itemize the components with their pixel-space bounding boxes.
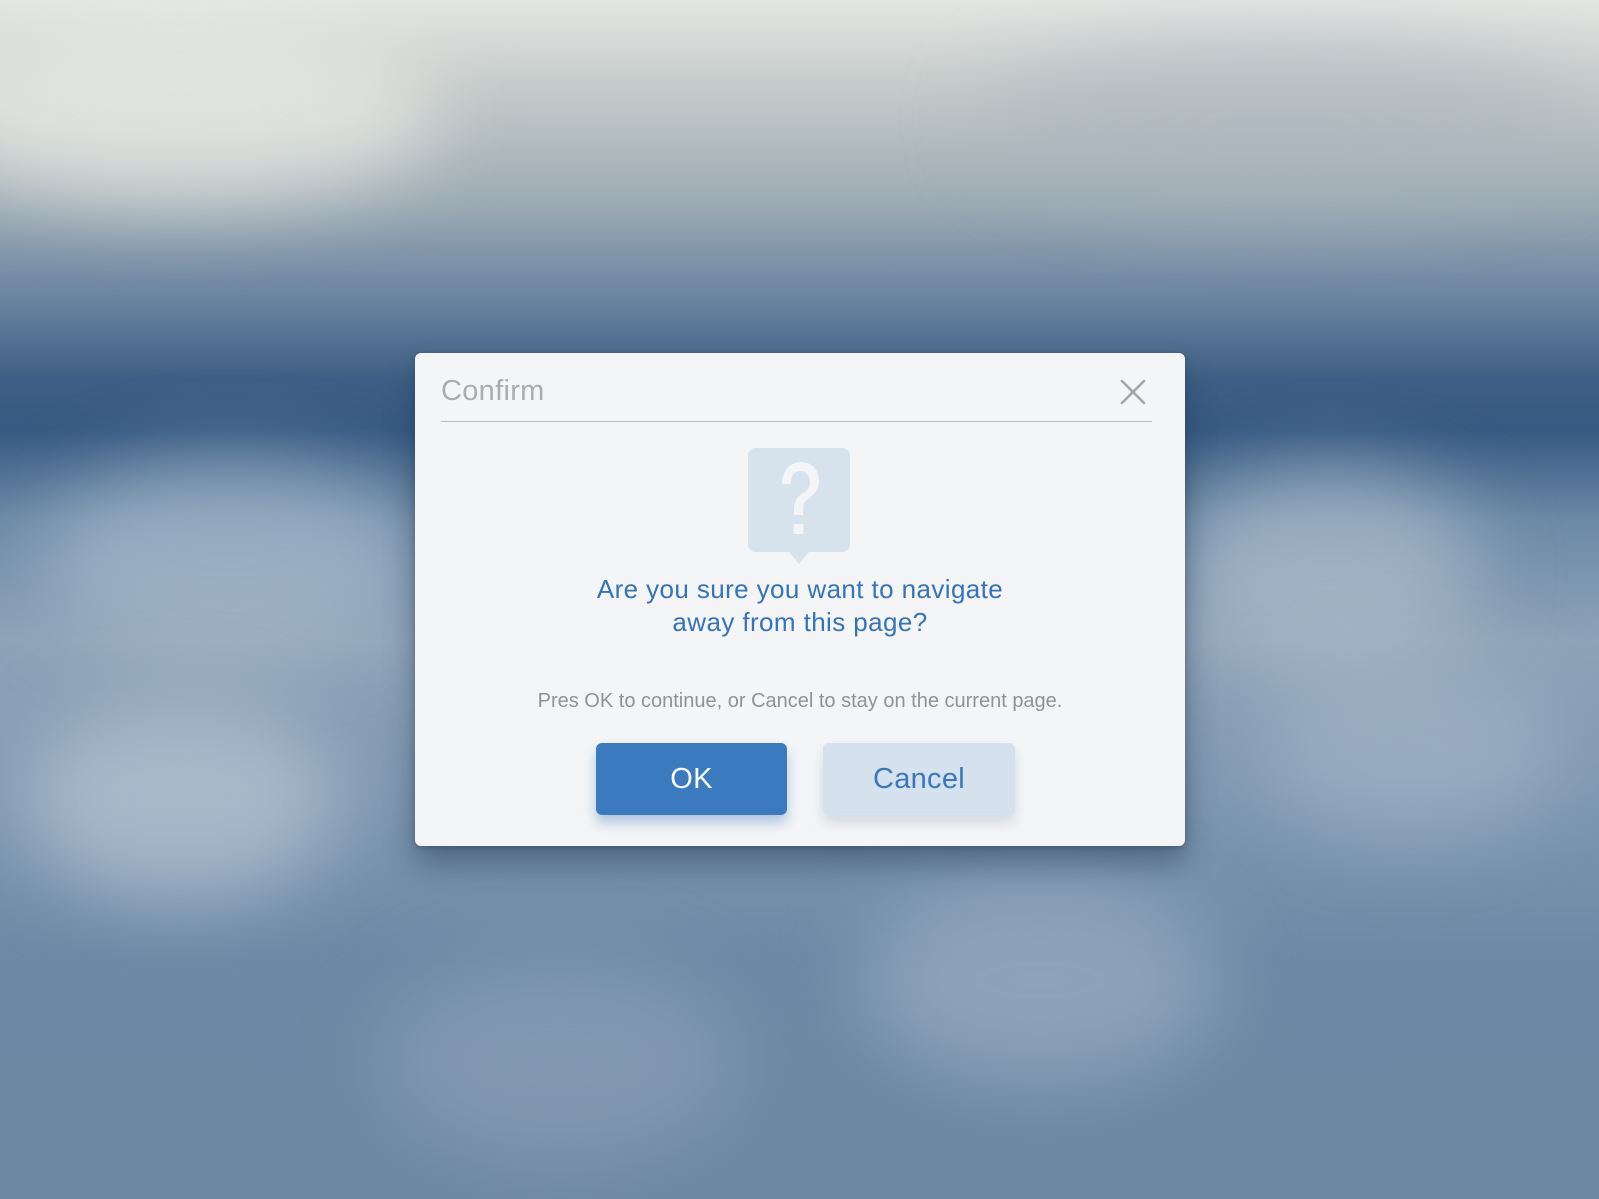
- dialog-headline: Are you sure you want to navigate away f…: [415, 573, 1185, 639]
- close-button[interactable]: [1118, 377, 1148, 407]
- question-speech-bubble-icon: [748, 448, 850, 564]
- headline-line-1: Are you sure you want to navigate: [596, 574, 1004, 604]
- ok-button[interactable]: OK: [596, 743, 787, 815]
- close-icon: [1120, 379, 1146, 405]
- background-blob: [1180, 470, 1480, 670]
- confirm-dialog: Confirm Are you sure you want to navigat…: [415, 353, 1185, 846]
- background-blob: [980, 40, 1580, 200]
- background-blob: [380, 960, 740, 1160]
- background-blob: [20, 700, 340, 900]
- background-blob: [1260, 660, 1560, 840]
- background-blob: [0, 20, 440, 200]
- dialog-message: Pres OK to continue, or Cancel to stay o…: [537, 690, 1063, 712]
- headline-line-2: away from this page?: [672, 607, 928, 637]
- dialog-header: Confirm: [441, 353, 1152, 422]
- cancel-button[interactable]: Cancel: [823, 743, 1015, 815]
- dialog-title: Confirm: [441, 375, 545, 407]
- background-blob: [860, 880, 1220, 1080]
- background-blob: [40, 460, 420, 660]
